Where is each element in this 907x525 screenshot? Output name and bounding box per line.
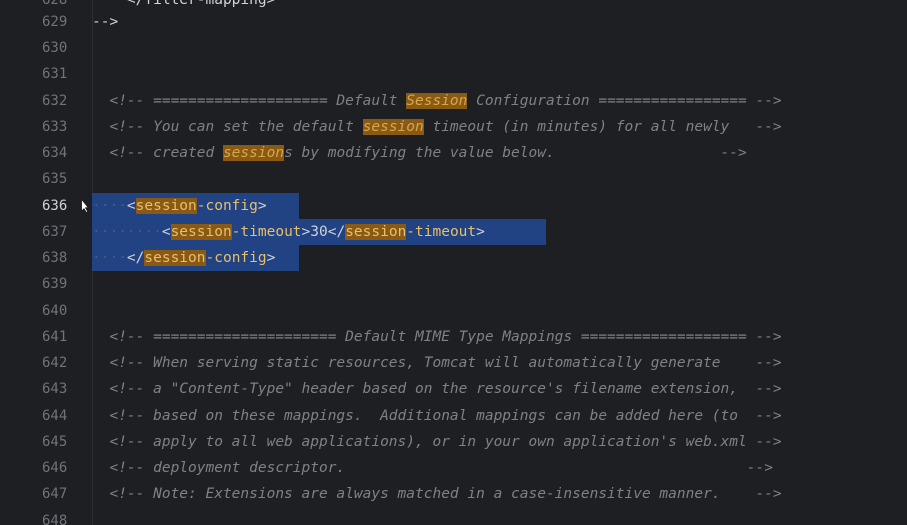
comment-text: timeout (in minutes) for all newly --> [423, 119, 782, 135]
line-number: 647 [42, 486, 68, 502]
line-number: 635 [42, 171, 68, 187]
mouse-pointer-icon [81, 198, 88, 213]
search-match: session [362, 119, 424, 135]
indent-guide: ········ [92, 224, 162, 240]
comment-line[interactable]: <!-- deployment descriptor. --> [92, 455, 772, 481]
timeout-value: >30</ [301, 224, 346, 240]
comment-line[interactable]: <!-- When serving static resources, Tomc… [92, 350, 781, 376]
comment-text: <!-- You can set the default [92, 119, 363, 135]
tag-bracket: > [476, 224, 485, 240]
code-line[interactable]: --> [92, 9, 118, 35]
comment-line[interactable]: <!-- ==================== Default Sessio… [92, 88, 782, 114]
comment-line[interactable]: <!-- You can set the default session tim… [92, 114, 782, 140]
line-number: 629 [42, 14, 68, 30]
search-match: session [222, 145, 285, 161]
search-match: session [345, 224, 407, 240]
comment-line[interactable]: <!-- Note: Extensions are always matched… [92, 481, 781, 507]
line-number: 630 [42, 40, 68, 56]
tag-bracket: </ [126, 250, 145, 266]
tag-bracket: > [266, 250, 276, 266]
search-match: Session [406, 93, 468, 109]
line-number: 646 [42, 460, 68, 476]
comment-text: s by modifying the value below. --> [284, 145, 747, 161]
line-number: 639 [42, 276, 68, 292]
line-number: 645 [42, 434, 68, 450]
line-number-active: 636 [42, 198, 68, 214]
code-text: --> [92, 14, 119, 30]
line-number: 640 [42, 303, 68, 319]
xml-line-session-config-open[interactable]: ····<session-config> [92, 193, 267, 219]
tag-bracket: < [126, 198, 136, 214]
search-match: session [170, 224, 232, 240]
xml-line-session-timeout[interactable]: ········<session-timeout>30</session-tim… [92, 219, 485, 245]
line-number: 632 [42, 93, 68, 109]
comment-text: <!-- created [92, 145, 223, 161]
tag-name: -config [196, 198, 258, 214]
search-match: session [135, 198, 197, 214]
tag-name: -timeout [406, 224, 477, 240]
tag-name: -config [205, 250, 267, 266]
line-number: 644 [42, 408, 68, 424]
comment-line[interactable]: <!-- created sessions by modifying the v… [92, 140, 747, 166]
comment-line[interactable]: <!-- based on these mappings. Additional… [92, 403, 781, 429]
line-number: 634 [42, 145, 68, 161]
tag-bracket: > [257, 198, 267, 214]
code-line[interactable]: </filter-mapping> [92, 0, 275, 13]
line-number: 648 [42, 513, 68, 525]
code-editor[interactable]: 628 629 630 631 632 633 634 635 636 637 … [0, 0, 907, 525]
line-number: 638 [42, 250, 68, 266]
line-number: 642 [42, 355, 68, 371]
line-number: 643 [42, 381, 68, 397]
tag-bracket: < [161, 224, 171, 240]
comment-text: Configuration ================= --> [467, 93, 782, 109]
indent-guide: ···· [92, 198, 127, 214]
line-number: 631 [42, 66, 68, 82]
comment-line[interactable]: <!-- ===================== Default MIME … [92, 324, 781, 350]
comment-text: <!-- ==================== Default [92, 93, 407, 109]
xml-line-session-config-close[interactable]: ····</session-config> [92, 245, 275, 271]
code-text: </filter-mapping> [92, 0, 276, 8]
comment-line[interactable]: <!-- apply to all web applications), or … [92, 429, 781, 455]
search-match: session [144, 250, 206, 266]
line-number: 637 [42, 224, 68, 240]
tag-name: -timeout [231, 224, 302, 240]
line-number: 641 [42, 329, 68, 345]
line-number: 633 [42, 119, 68, 135]
comment-line[interactable]: <!-- a "Content-Type" header based on th… [92, 376, 781, 402]
indent-guide: ···· [92, 250, 127, 266]
